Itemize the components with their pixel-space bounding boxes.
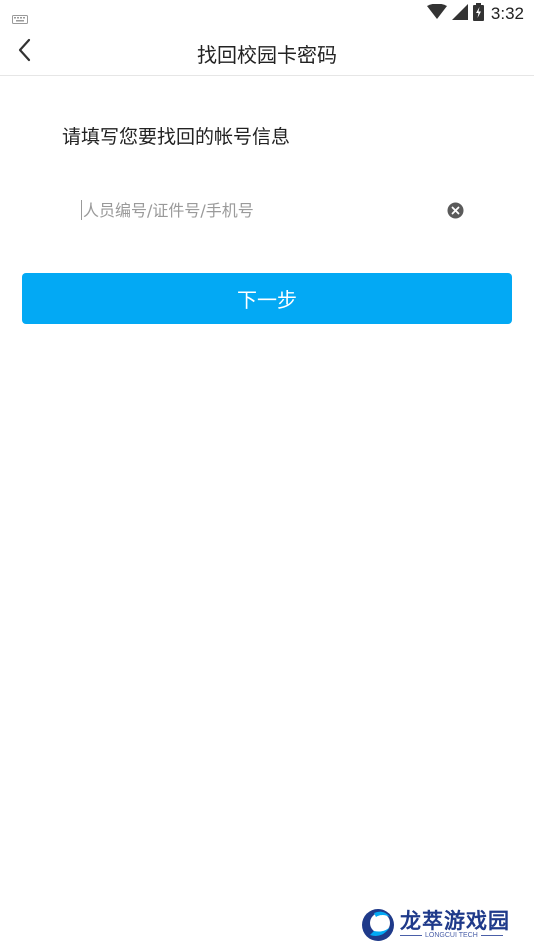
account-input[interactable] xyxy=(80,196,443,224)
status-time: 3:32 xyxy=(490,4,524,23)
clear-input-button[interactable] xyxy=(447,202,464,219)
divider xyxy=(480,935,503,936)
wifi-icon xyxy=(426,3,447,24)
title-bar: 找回校园卡密码 xyxy=(0,28,534,76)
watermark-title: 龙萃游戏园 xyxy=(400,909,510,933)
watermark-subtitle: LONGCUI TECH xyxy=(425,932,478,939)
watermark: 龙萃游戏园 LONGCUI TECH xyxy=(360,904,530,946)
form-prompt: 请填写您要找回的帐号信息 xyxy=(62,126,291,148)
divider xyxy=(400,935,422,936)
signal-icon xyxy=(451,4,468,24)
status-bar: 3:32 xyxy=(0,0,534,28)
watermark-subtitle-row: LONGCUI TECH xyxy=(400,932,503,939)
account-input-row xyxy=(80,196,470,224)
page-title: 找回校园卡密码 xyxy=(197,43,337,67)
next-button[interactable]: 下一步 xyxy=(22,273,512,324)
status-icons: 3:32 xyxy=(426,3,524,25)
battery-icon xyxy=(472,3,484,25)
keyboard-icon xyxy=(12,9,28,28)
longcui-logo-icon xyxy=(360,905,396,949)
clear-circle-icon xyxy=(447,202,464,223)
